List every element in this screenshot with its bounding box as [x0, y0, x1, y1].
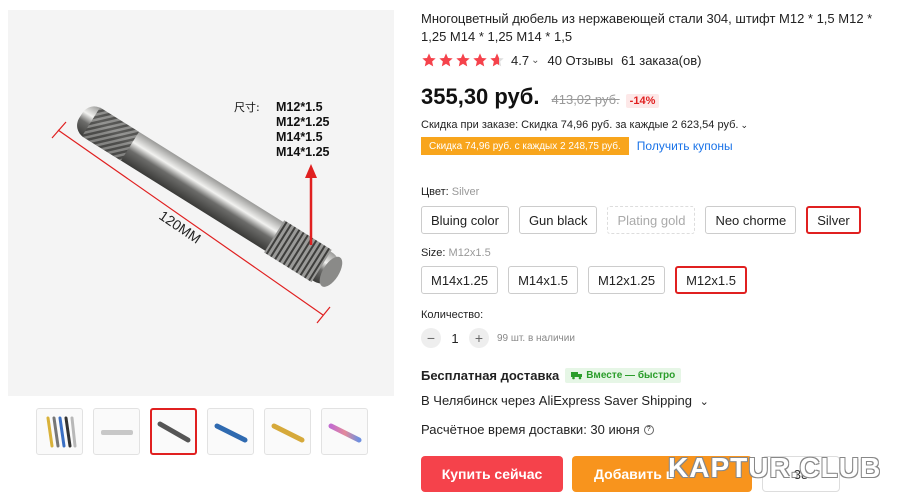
- order-discount-text: Скидка при заказе: Скидка 74,96 руб. за …: [421, 119, 739, 131]
- star-icon: [439, 53, 453, 67]
- color-option-neo-chrome[interactable]: Neo chorme: [705, 206, 797, 234]
- size-3: M14*1.5: [276, 130, 323, 144]
- size-selected-value: M12x1.5: [448, 247, 491, 259]
- reviews-link[interactable]: 40 Отзывы: [547, 53, 613, 68]
- size-option-m12x1-5[interactable]: M12x1.5: [675, 266, 747, 294]
- thumbnail-blue-pin[interactable]: [207, 408, 254, 455]
- color-label: Цвет:: [421, 186, 449, 198]
- size-label-row: Size: M12x1.5: [421, 247, 491, 259]
- star-icon: [456, 53, 470, 67]
- rating-row: 4.7 ⌄ 40 Отзывы 61 заказа(ов): [421, 52, 701, 68]
- chevron-down-icon[interactable]: ⌄: [531, 55, 539, 66]
- shipping-badge: Вместе — быстро: [565, 368, 682, 383]
- size-label: Size:: [421, 247, 446, 259]
- delivery-estimate: Расчётное время доставки: 30 июня ?: [421, 422, 654, 437]
- star-half-icon: [490, 53, 504, 67]
- quantity-stepper: − 1 + 99 шт. в наличии: [421, 328, 575, 348]
- buy-now-button[interactable]: Купить сейчас: [421, 456, 563, 492]
- truck-icon: [571, 372, 583, 380]
- color-option-plating-gold[interactable]: Plating gold: [607, 206, 696, 234]
- coupon-tag: Скидка 74,96 руб. с каждых 2 248,75 руб.: [421, 137, 629, 155]
- old-price: 413,02 руб.: [551, 92, 620, 107]
- main-product-image[interactable]: 尺寸: M12*1.5 M12*1.25 M14*1.5 M14*1.25 12…: [8, 10, 394, 396]
- free-shipping-label: Бесплатная доставка: [421, 368, 560, 383]
- delivery-estimate-text: Расчётное время доставки: 30 июня: [421, 422, 640, 437]
- current-price: 355,30 руб.: [421, 84, 540, 109]
- dowel-pin-photo: 尺寸: M12*1.5 M12*1.25 M14*1.5 M14*1.25 12…: [51, 100, 343, 324]
- stock-info: 99 шт. в наличии: [497, 332, 575, 344]
- shipping-method[interactable]: В Челябинск через AliExpress Saver Shipp…: [421, 393, 709, 408]
- thumbnail-silver-pin[interactable]: [93, 408, 140, 455]
- color-option-silver[interactable]: Silver: [806, 206, 861, 234]
- color-label-row: Цвет: Silver: [421, 186, 479, 198]
- rating-value: 4.7: [511, 52, 530, 68]
- shipping-title-row: Бесплатная доставка Вместе — быстро: [421, 368, 682, 383]
- watermark: KAPTUR.CLUB: [668, 452, 882, 483]
- get-coupons-link[interactable]: Получить купоны: [637, 139, 733, 153]
- size-1: M12*1.5: [276, 100, 323, 114]
- star-icon: [422, 53, 436, 67]
- color-options: Bluing color Gun black Plating gold Neo …: [421, 206, 861, 234]
- size-2: M12*1.25: [276, 115, 330, 129]
- thumbnail-neochrome-pin[interactable]: [321, 408, 368, 455]
- orders-count: 61 заказа(ов): [621, 52, 702, 68]
- discount-badge: -14%: [625, 94, 660, 108]
- thumbnail-multicolor[interactable]: [36, 408, 83, 455]
- color-option-bluing[interactable]: Bluing color: [421, 206, 509, 234]
- size-option-m14x1-25[interactable]: M14x1.25: [421, 266, 499, 294]
- size-4: M14*1.25: [276, 145, 330, 159]
- quantity-value[interactable]: 1: [441, 331, 469, 346]
- star-icon: [473, 53, 487, 67]
- thumbnail-strip: [36, 408, 368, 455]
- star-rating: [421, 52, 505, 68]
- quantity-label: Количество:: [421, 309, 484, 321]
- size-label: 尺寸:: [234, 100, 260, 114]
- coupon-row: Скидка 74,96 руб. с каждых 2 248,75 руб.…: [421, 137, 733, 155]
- color-selected-value: Silver: [451, 186, 480, 198]
- order-discount-info[interactable]: Скидка при заказе: Скидка 74,96 руб. за …: [421, 119, 748, 131]
- thumbnail-selected-pin[interactable]: [150, 408, 197, 455]
- product-title: Многоцветный дюбель из нержавеющей стали…: [421, 11, 873, 44]
- size-option-m14x1-5[interactable]: M14x1.5: [508, 266, 578, 294]
- size-options: M14x1.25 M14x1.5 M12x1.25 M12x1.5: [421, 266, 747, 294]
- shipping-badge-text: Вместе — быстро: [586, 370, 676, 381]
- chevron-down-icon: ⌄: [740, 120, 748, 130]
- decrement-button[interactable]: −: [421, 328, 441, 348]
- size-option-m12x1-25[interactable]: M12x1.25: [587, 266, 666, 294]
- shipping-method-text: В Челябинск через AliExpress Saver Shipp…: [421, 393, 692, 408]
- info-icon[interactable]: ?: [643, 424, 654, 435]
- increment-button[interactable]: +: [469, 328, 489, 348]
- thumbnail-gold-pin[interactable]: [264, 408, 311, 455]
- color-option-gun-black[interactable]: Gun black: [518, 206, 598, 234]
- chevron-down-icon: ⌄: [699, 396, 709, 408]
- price-row: 355,30 руб. 413,02 руб. -14%: [421, 84, 660, 110]
